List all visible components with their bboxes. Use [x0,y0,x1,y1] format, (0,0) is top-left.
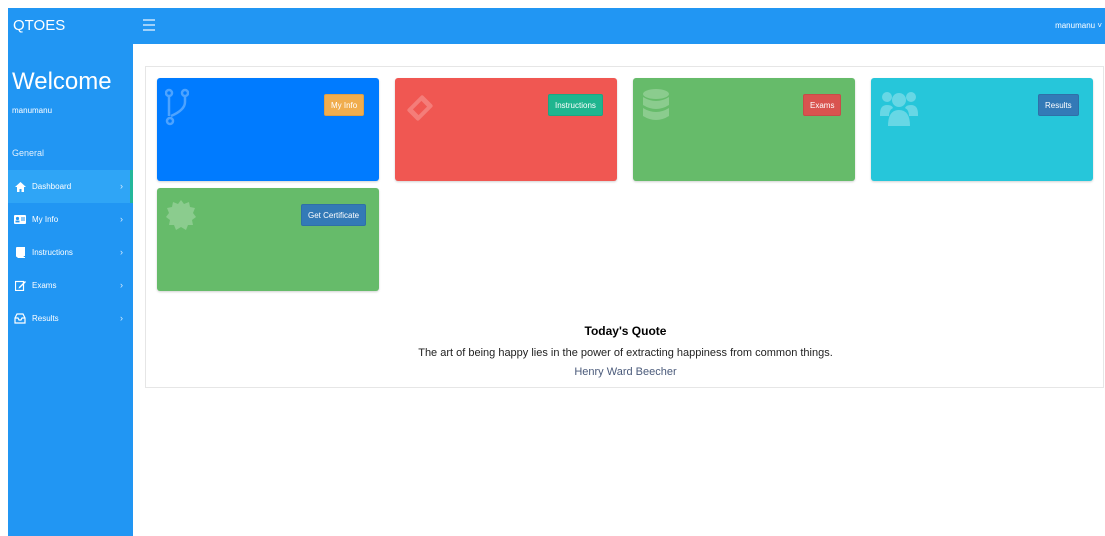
sidebar-username: manumanu [12,106,53,115]
users-icon [879,88,919,133]
my-info-button[interactable]: My Info [324,94,365,116]
sidebar-item-dashboard[interactable]: Dashboard › [8,170,133,203]
results-button[interactable]: Results [1038,94,1079,116]
sidebar-item-exams[interactable]: Exams › [8,269,133,302]
instructions-tile: Instructions [395,78,617,181]
database-icon [641,88,671,133]
instructions-button[interactable]: Instructions [548,94,603,116]
quote-title: Today's Quote [584,324,667,338]
sidebar-nav: Dashboard › My Info › Instructions › Exa… [8,170,133,335]
id-card-icon [14,214,26,226]
quote-author: Henry Ward Beecher [574,366,677,378]
sidebar-item-label: Exams [32,281,57,290]
menu-toggle-icon[interactable] [143,19,155,31]
user-menu[interactable]: manumanu ˅ [1055,21,1102,30]
edit-icon [14,280,26,292]
app-frame: QTOES Welcome manumanu General Dashboard… [8,8,1105,536]
chevron-right-icon: › [120,280,123,290]
sidebar-item-results[interactable]: Results › [8,302,133,335]
chevron-down-icon: ˅ [1095,21,1102,30]
exams-tile: Exams [633,78,855,181]
chevron-right-icon: › [120,247,123,257]
ticket-icon [403,88,437,133]
brand-logo[interactable]: QTOES [8,8,133,44]
chevron-right-icon: › [120,313,123,323]
welcome-heading: Welcome [12,68,112,95]
chevron-right-icon: › [120,214,123,224]
sidebar-section-title: General [12,148,45,158]
exams-button[interactable]: Exams [803,94,842,116]
sidebar-item-label: My Info [32,215,59,224]
sidebar-item-instructions[interactable]: Instructions › [8,236,133,269]
dashboard-panel: My Info Instructions Exams Results Get C… [145,66,1104,388]
code-fork-icon [164,88,190,133]
get-certificate-button[interactable]: Get Certificate [301,204,367,226]
sidebar-item-label: Dashboard [32,182,72,191]
sidebar-item-label: Instructions [32,248,73,257]
myinfo-tile: My Info [157,78,379,181]
chevron-right-icon: › [120,181,123,191]
inbox-icon [14,313,26,325]
home-icon [14,181,26,193]
sidebar-item-my-info[interactable]: My Info › [8,203,133,236]
quote-text: The art of being happy lies in the power… [418,347,833,359]
user-menu-name: manumanu [1055,21,1096,30]
sidebar: QTOES Welcome manumanu General Dashboard… [8,8,133,536]
results-tile: Results [871,78,1093,181]
certificate-icon [165,198,197,239]
book-icon [14,247,26,259]
certificate-tile: Get Certificate [157,188,379,291]
sidebar-item-label: Results [32,314,59,323]
top-navbar: manumanu ˅ [133,8,1105,44]
